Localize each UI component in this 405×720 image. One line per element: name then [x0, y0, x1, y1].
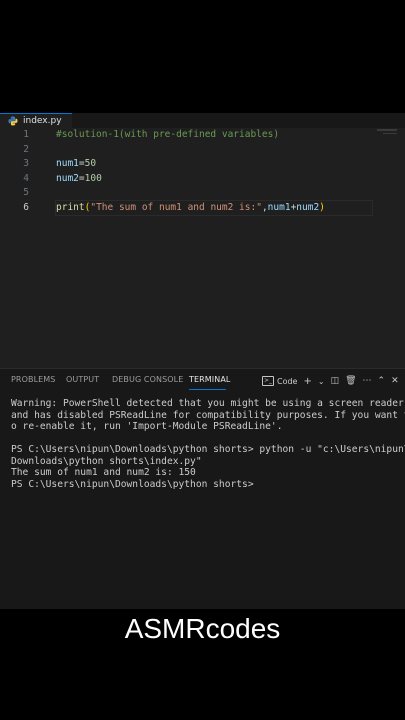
- code-line[interactable]: 5: [0, 186, 405, 201]
- tab-problems[interactable]: PROBLEMS: [11, 375, 55, 384]
- line-number: 2: [23, 143, 29, 155]
- terminal-toolbar: >_ Code + ⌄ ◫ 🗑 ⋯ ⌃ ✕: [262, 373, 405, 389]
- channel-watermark: ASMRcodes: [124, 613, 281, 644]
- code-line[interactable]: 3 num1=50: [0, 157, 405, 172]
- code-token: ): [319, 201, 325, 213]
- code-token: 100: [84, 172, 102, 184]
- code-line[interactable]: 2: [0, 143, 405, 158]
- top-black-bar: [0, 0, 405, 113]
- code-token: num2: [296, 201, 320, 213]
- tab-terminal[interactable]: TERMINAL: [189, 375, 230, 384]
- line-number: 5: [23, 187, 29, 198]
- active-tab-indicator: [189, 389, 226, 390]
- new-terminal-icon[interactable]: +: [303, 376, 311, 387]
- more-actions-icon[interactable]: ⋯: [363, 376, 372, 386]
- tab-debug-console[interactable]: DEBUG CONSOLE: [112, 375, 183, 384]
- terminal-line: The sum of num1 and num2 is: 150: [11, 467, 196, 478]
- code-lines[interactable]: 1 #solution-1(with pre-defined variables)…: [0, 128, 405, 216]
- chevron-up-icon[interactable]: ⌃: [378, 376, 386, 386]
- trash-icon[interactable]: 🗑: [345, 376, 356, 386]
- code-line[interactable]: 4 num2=100: [0, 172, 405, 187]
- code-text[interactable]: num2=100: [56, 172, 102, 187]
- editor-tab-bar: index.py: [0, 113, 405, 128]
- code-token: num1: [56, 158, 79, 169]
- line-number: 6: [23, 201, 29, 213]
- terminal-line: PS C:\Users\nipun\Downloads\python short…: [11, 444, 405, 455]
- code-text[interactable]: print("The sum of num1 and num2 is:",num…: [55, 199, 373, 216]
- panel-tab-bar: PROBLEMS OUTPUT DEBUG CONSOLE TERMINAL >…: [0, 369, 405, 393]
- split-terminal-icon[interactable]: ◫: [331, 376, 340, 386]
- tab-output[interactable]: OUTPUT: [66, 375, 99, 384]
- code-line[interactable]: 6 print("The sum of num1 and num2 is:",nu…: [0, 199, 405, 216]
- terminal-line: and has disabled PSReadLine for compatib…: [11, 409, 405, 421]
- terminal-line: Downloads\python shorts\index.py": [11, 455, 202, 467]
- python-file-icon: [8, 116, 18, 126]
- tab-index-py[interactable]: index.py: [0, 113, 72, 128]
- code-line[interactable]: 1 #solution-1(with pre-defined variables): [0, 128, 405, 143]
- terminal-profile-icon: >_: [262, 376, 274, 386]
- chevron-down-icon[interactable]: ⌄: [318, 377, 325, 386]
- code-text[interactable]: #solution-1(with pre-defined variables): [56, 128, 279, 143]
- terminal-line: Warning: PowerShell detected that you mi…: [11, 398, 404, 409]
- code-token: num2: [56, 172, 79, 184]
- bottom-panel: PROBLEMS OUTPUT DEBUG CONSOLE TERMINAL >…: [0, 368, 405, 610]
- line-number: 4: [23, 172, 29, 184]
- code-token: print: [56, 201, 85, 213]
- terminal-output[interactable]: Warning: PowerShell detected that you mi…: [11, 398, 405, 490]
- terminal-line: PS C:\Users\nipun\Downloads\python short…: [11, 478, 260, 490]
- close-icon[interactable]: ✕: [391, 376, 399, 386]
- code-token: "The sum of num1 and num2 is:": [90, 201, 262, 213]
- tab-label: index.py: [23, 116, 62, 126]
- code-token: 50: [84, 158, 97, 169]
- terminal-line: o re-enable it, run 'Import-Module PSRea…: [11, 421, 283, 432]
- code-token: #solution-1(with pre-defined variables): [56, 129, 280, 140]
- code-token: num1: [267, 201, 291, 213]
- line-number: 1: [23, 129, 29, 140]
- line-number: 3: [23, 158, 29, 169]
- code-text[interactable]: num1=50: [56, 157, 96, 172]
- code-editor[interactable]: index.py 1 #solution-1(with pre-defined v…: [0, 113, 405, 368]
- terminal-profile-label[interactable]: Code: [277, 377, 297, 386]
